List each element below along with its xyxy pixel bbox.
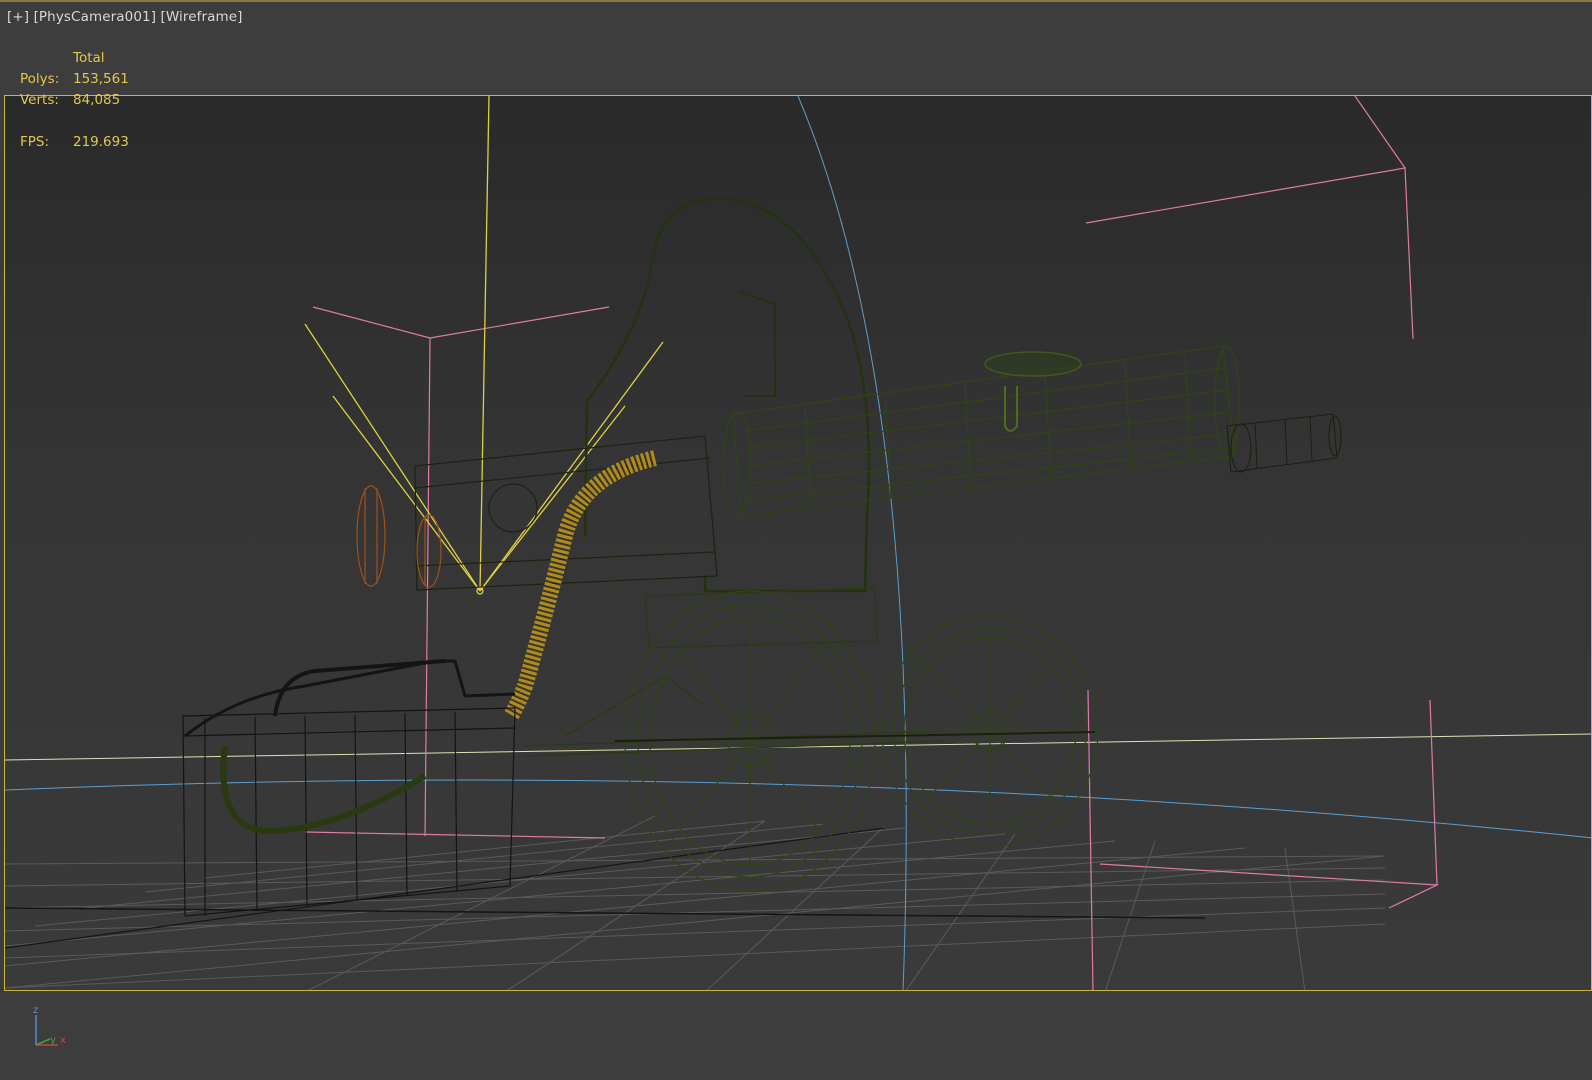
axis-y-label: y [50, 1035, 56, 1046]
barrel-muzzle[interactable] [1226, 413, 1342, 473]
gun-shield[interactable] [583, 196, 871, 593]
viewport-shading-label[interactable]: [Wireframe] [160, 9, 242, 25]
ammo-box[interactable] [182, 659, 516, 917]
stats-header: Total [73, 50, 105, 66]
viewport-label: [+] [PhysCamera001] [Wireframe] [7, 9, 243, 25]
verts-label: Verts: [20, 92, 59, 108]
axis-y-line [35, 1038, 51, 1046]
world-axis-diag-line [5, 827, 886, 949]
right-wheel[interactable] [881, 615, 1099, 847]
axis-tripod: z y x [33, 1005, 66, 1046]
axis-x-label: x [60, 1035, 66, 1046]
machine-gun-model[interactable] [182, 196, 1342, 917]
wheel-axle [614, 731, 1096, 742]
blue-arc-line [5, 779, 1591, 839]
fps-label: FPS: [20, 134, 50, 150]
viewport-menu-plus[interactable]: [+] [7, 9, 29, 25]
barrel-jacket[interactable] [722, 345, 1240, 517]
polys-value: 153,561 [73, 71, 129, 87]
safe-frame[interactable] [4, 95, 1592, 991]
water-cap[interactable] [984, 351, 1082, 377]
verts-value: 84,085 [73, 92, 121, 108]
light-gizmo [304, 96, 664, 595]
viewport-bottom-band [0, 991, 1592, 1080]
ammo-box-green-loop [220, 745, 427, 835]
receiver[interactable] [414, 435, 718, 591]
viewport-camera-label[interactable]: [PhysCamera001] [34, 9, 157, 25]
axis-z-label: z [33, 1005, 38, 1016]
viewport-scene[interactable] [5, 96, 1592, 991]
ground-grid [5, 815, 1386, 990]
fps-value: 219.693 [73, 134, 129, 150]
ammo-belt[interactable] [504, 450, 657, 721]
polys-label: Polys: [20, 71, 60, 87]
